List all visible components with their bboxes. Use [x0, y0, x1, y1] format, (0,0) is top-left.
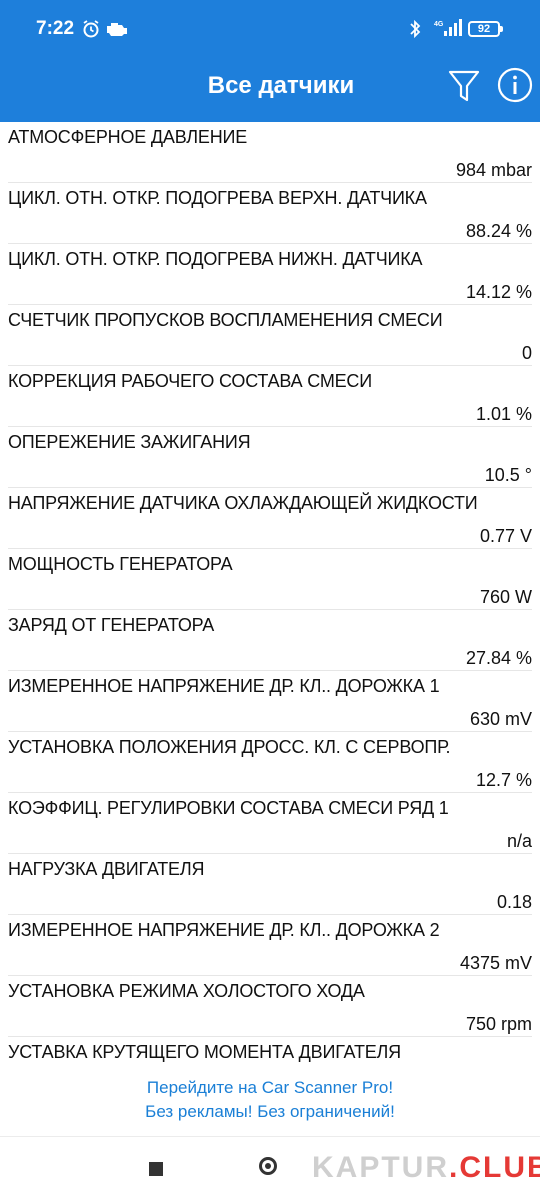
sensor-name: ЦИКЛ. ОТН. ОТКР. ПОДОГРЕВА НИЖН. ДАТЧИКА	[8, 249, 423, 269]
sensor-list: АТМОСФЕРНОЕ ДАВЛЕНИЕ 984 mbar ЦИКЛ. ОТН.…	[0, 122, 540, 1098]
sensor-name: ИЗМЕРЕННОЕ НАПРЯЖЕНИЕ ДР. КЛ.. ДОРОЖКА 2	[8, 920, 440, 940]
sensor-value: 630 mV	[469, 709, 532, 729]
sensor-value: 88.24 %	[465, 221, 532, 241]
sensor-row[interactable]: НАПРЯЖЕНИЕ ДАТЧИКА ОХЛАЖДАЮЩЕЙ ЖИДКОСТИ …	[8, 488, 532, 549]
sensor-name: НАПРЯЖЕНИЕ ДАТЧИКА ОХЛАЖДАЮЩЕЙ ЖИДКОСТИ	[8, 493, 478, 513]
sensor-row[interactable]: УСТАНОВКА ПОЛОЖЕНИЯ ДРОСС. КЛ. С СЕРВОПР…	[8, 732, 532, 793]
sensor-value: 27.84 %	[465, 648, 532, 668]
sensor-row[interactable]: КОЭФФИЦ. РЕГУЛИРОВКИ СОСТАВА СМЕСИ РЯД 1…	[8, 793, 532, 854]
sensor-name: УСТАНОВКА РЕЖИМА ХОЛОСТОГО ХОДА	[8, 981, 365, 1001]
sensor-name: НАГРУЗКА ДВИГАТЕЛЯ	[8, 859, 205, 879]
sensor-row[interactable]: ЦИКЛ. ОТН. ОТКР. ПОДОГРЕВА ВЕРХН. ДАТЧИК…	[8, 183, 532, 244]
sensor-name: КОРРЕКЦИЯ РАБОЧЕГО СОСТАВА СМЕСИ	[8, 371, 372, 391]
battery-level: 92	[477, 23, 491, 35]
app-bar: Все датчики	[0, 58, 540, 122]
sensor-value: 12.7 %	[475, 770, 532, 790]
sensor-value: 760 W	[479, 587, 532, 607]
sensor-row[interactable]: ЗАРЯД ОТ ГЕНЕРАТОРА 27.84 %	[8, 610, 532, 671]
recents-square-icon[interactable]	[149, 1162, 163, 1176]
watermark-part1: KAPTUR	[312, 1151, 449, 1184]
sensor-value: 1.01 %	[475, 404, 532, 424]
promo-line-1: Перейдите на Car Scanner Pro!	[146, 1078, 394, 1097]
watermark-dot: .	[449, 1151, 460, 1184]
sensor-value: 4375 mV	[459, 953, 532, 973]
watermark-part2: CLUB	[459, 1151, 540, 1184]
sensor-value: 14.12 %	[465, 282, 532, 302]
sensor-value: 750 rpm	[465, 1014, 532, 1034]
sensor-name: АТМОСФЕРНОЕ ДАВЛЕНИЕ	[8, 127, 248, 147]
sensor-row[interactable]: ЦИКЛ. ОТН. ОТКР. ПОДОГРЕВА НИЖН. ДАТЧИКА…	[8, 244, 532, 305]
status-bar: 7:22 4G 92	[0, 0, 540, 58]
sensor-value: n/a	[506, 831, 532, 851]
sensor-name: СЧЕТЧИК ПРОПУСКОВ ВОСПЛАМЕНЕНИЯ СМЕСИ	[8, 310, 443, 330]
promo-line-2: Без рекламы! Без ограничений!	[145, 1102, 395, 1121]
svg-text:4G: 4G	[434, 21, 444, 28]
sensor-value: 0.77 V	[479, 526, 532, 546]
sensor-row[interactable]: КОРРЕКЦИЯ РАБОЧЕГО СОСТАВА СМЕСИ 1.01 %	[8, 366, 532, 427]
sensor-name: УСТАНОВКА ПОЛОЖЕНИЯ ДРОСС. КЛ. С СЕРВОПР…	[8, 737, 451, 757]
signal-4g-icon: 4G	[434, 19, 462, 36]
sensor-row[interactable]: ИЗМЕРЕННОЕ НАПРЯЖЕНИЕ ДР. КЛ.. ДОРОЖКА 1…	[8, 671, 532, 732]
sensor-row[interactable]: СЧЕТЧИК ПРОПУСКОВ ВОСПЛАМЕНЕНИЯ СМЕСИ 0	[8, 305, 532, 366]
sensor-value: 0	[521, 343, 532, 363]
sensor-row[interactable]: ИЗМЕРЕННОЕ НАПРЯЖЕНИЕ ДР. КЛ.. ДОРОЖКА 2…	[8, 915, 532, 976]
bluetooth-icon	[410, 19, 421, 39]
info-icon[interactable]	[496, 66, 534, 104]
sensor-name: УСТАВКА КРУТЯЩЕГО МОМЕНТА ДВИГАТЕЛЯ	[8, 1042, 401, 1062]
sensor-value: 10.5 °	[484, 465, 532, 485]
sensor-name: КОЭФФИЦ. РЕГУЛИРОВКИ СОСТАВА СМЕСИ РЯД 1	[8, 798, 449, 818]
sensor-row[interactable]: МОЩНОСТЬ ГЕНЕРАТОРА 760 W	[8, 549, 532, 610]
sensor-row[interactable]: УСТАНОВКА РЕЖИМА ХОЛОСТОГО ХОДА 750 rpm	[8, 976, 532, 1037]
battery-icon: 92	[468, 21, 503, 37]
filter-icon[interactable]	[446, 66, 482, 106]
alarm-icon	[83, 20, 99, 38]
status-time: 7:22	[36, 18, 75, 39]
sensor-name: ИЗМЕРЕННОЕ НАПРЯЖЕНИЕ ДР. КЛ.. ДОРОЖКА 1	[8, 676, 440, 696]
sensor-value: 984 mbar	[455, 160, 532, 180]
sensor-row[interactable]: АТМОСФЕРНОЕ ДАВЛЕНИЕ 984 mbar	[8, 122, 532, 183]
sensor-row[interactable]: НАГРУЗКА ДВИГАТЕЛЯ 0.18	[8, 854, 532, 915]
sensor-name: ЗАРЯД ОТ ГЕНЕРАТОРА	[8, 615, 215, 635]
sensor-name: МОЩНОСТЬ ГЕНЕРАТОРА	[8, 554, 233, 574]
pro-upgrade-banner[interactable]: Перейдите на Car Scanner Pro! Без реклам…	[0, 1076, 540, 1124]
sensor-row[interactable]: ОПЕРЕЖЕНИЕ ЗАЖИГАНИЯ 10.5 °	[8, 427, 532, 488]
site-watermark: KAPTUR.CLUB	[312, 1151, 540, 1185]
home-circle-icon[interactable]	[259, 1157, 277, 1175]
system-nav-bar: KAPTUR.CLUB	[0, 1136, 540, 1201]
engine-check-icon	[107, 23, 127, 36]
sensor-value: 0.18	[496, 892, 532, 912]
sensor-name: ЦИКЛ. ОТН. ОТКР. ПОДОГРЕВА ВЕРХН. ДАТЧИК…	[8, 188, 427, 208]
sensor-name: ОПЕРЕЖЕНИЕ ЗАЖИГАНИЯ	[8, 432, 251, 452]
